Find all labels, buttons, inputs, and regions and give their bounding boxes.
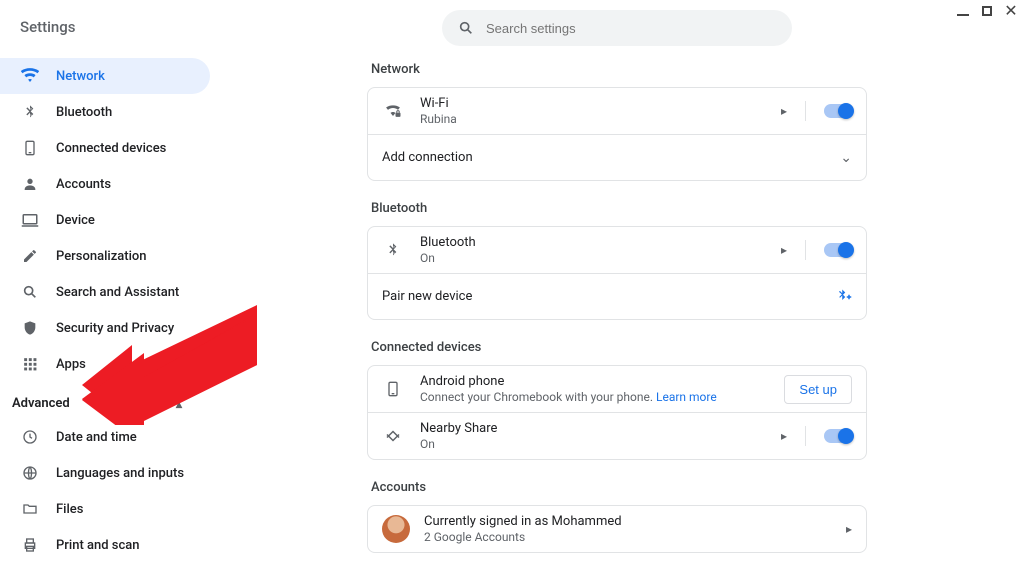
wifi-lock-icon [382,101,404,121]
chevron-right-icon: ▸ [781,243,787,257]
search-icon [20,282,40,302]
add-connection-row[interactable]: Add connection ⌄ [368,134,866,180]
bluetooth-add-icon [834,288,852,306]
sidebar-item-label: Connected devices [56,141,166,156]
printer-icon [20,535,40,555]
shield-icon [20,318,40,338]
sidebar-item-languages-inputs[interactable]: Languages and inputs [0,455,210,491]
pencil-icon [20,246,40,266]
chevron-up-icon: ▴ [176,397,182,411]
sidebar-item-search-assistant[interactable]: Search and Assistant [0,274,210,310]
accounts-card: Currently signed in as Mohammed 2 Google… [367,505,867,553]
bluetooth-icon [382,242,404,258]
sidebar-item-label: Date and time [56,430,137,445]
phone-icon [382,381,404,397]
section-heading-accounts: Accounts [371,480,867,495]
network-card: Wi-Fi Rubina ▸ Add connection [367,87,867,181]
main-content: Network Wi-Fi Rubina ▸ [210,0,1024,576]
laptop-icon [20,210,40,230]
android-phone-row: Android phone Connect your Chromebook wi… [368,366,866,412]
sidebar-item-label: Search and Assistant [56,285,179,300]
nearby-share-toggle[interactable] [824,429,852,443]
account-count: 2 Google Accounts [424,530,838,544]
wifi-title: Wi-Fi [420,96,773,111]
sidebar: Settings Network Bluetooth Connected dev… [0,0,210,576]
pair-device-row[interactable]: Pair new device [368,273,866,319]
add-connection-label: Add connection [382,150,840,165]
divider [805,426,806,446]
chevron-right-icon: ▸ [846,522,852,536]
sidebar-item-date-time[interactable]: Date and time [0,419,210,455]
sidebar-item-bluetooth[interactable]: Bluetooth [0,94,210,130]
sidebar-item-accounts[interactable]: Accounts [0,166,210,202]
chevron-right-icon: ▸ [781,429,787,443]
divider [805,101,806,121]
learn-more-link[interactable]: Learn more [656,390,717,404]
sidebar-item-print-scan[interactable]: Print and scan [0,527,210,563]
person-icon [20,174,40,194]
wifi-ssid: Rubina [420,112,773,126]
wifi-row[interactable]: Wi-Fi Rubina ▸ [368,88,866,134]
folder-icon [20,499,40,519]
chevron-right-icon: ▸ [781,104,787,118]
sidebar-item-label: Print and scan [56,538,140,553]
sidebar-section-advanced[interactable]: Advanced ▴ [0,382,210,419]
sidebar-item-label: Files [56,502,83,517]
sidebar-item-label: Personalization [56,249,147,264]
nearby-share-row[interactable]: Nearby Share On ▸ [368,412,866,459]
nearby-share-icon [382,427,404,445]
search-box[interactable] [442,10,792,46]
section-heading-network: Network [371,62,867,77]
sidebar-item-label: Apps [56,357,86,372]
sidebar-item-files[interactable]: Files [0,491,210,527]
android-phone-title: Android phone [420,374,784,389]
chevron-down-icon: ⌄ [840,150,852,166]
clock-icon [20,427,40,447]
sidebar-item-label: Bluetooth [56,105,112,120]
sidebar-item-connected-devices[interactable]: Connected devices [0,130,210,166]
connected-devices-card: Android phone Connect your Chromebook wi… [367,365,867,460]
bluetooth-card: Bluetooth On ▸ Pair new device [367,226,867,320]
account-row[interactable]: Currently signed in as Mohammed 2 Google… [368,506,866,552]
bluetooth-title: Bluetooth [420,235,773,250]
bluetooth-icon [20,102,40,122]
android-phone-sub: Connect your Chromebook with your phone.… [420,390,784,404]
grid-icon [20,354,40,374]
nearby-share-status: On [420,437,773,451]
search-icon [458,20,474,36]
sidebar-item-security-privacy[interactable]: Security and Privacy [0,310,210,346]
divider [805,240,806,260]
wifi-icon [20,66,40,86]
section-heading-connected: Connected devices [371,340,867,355]
setup-button[interactable]: Set up [784,375,852,404]
app-title: Settings [0,18,210,58]
bluetooth-toggle[interactable] [824,243,852,257]
sidebar-item-device[interactable]: Device [0,202,210,238]
sidebar-item-label: Security and Privacy [56,321,174,336]
bluetooth-row[interactable]: Bluetooth On ▸ [368,227,866,273]
sidebar-item-network[interactable]: Network [0,58,210,94]
bluetooth-status: On [420,251,773,265]
sidebar-item-personalization[interactable]: Personalization [0,238,210,274]
search-input[interactable] [486,21,776,36]
wifi-toggle[interactable] [824,104,852,118]
section-heading-bluetooth: Bluetooth [371,201,867,216]
avatar [382,515,410,543]
nearby-share-title: Nearby Share [420,421,773,436]
phone-icon [20,138,40,158]
sidebar-item-label: Languages and inputs [56,466,184,481]
sidebar-item-apps[interactable]: Apps [0,346,210,382]
sidebar-item-label: Device [56,213,95,228]
globe-icon [20,463,40,483]
sidebar-item-label: Network [56,69,105,84]
account-signed-in: Currently signed in as Mohammed [424,514,838,529]
pair-device-label: Pair new device [382,289,834,304]
sidebar-item-label: Accounts [56,177,111,192]
advanced-label: Advanced [12,396,70,411]
